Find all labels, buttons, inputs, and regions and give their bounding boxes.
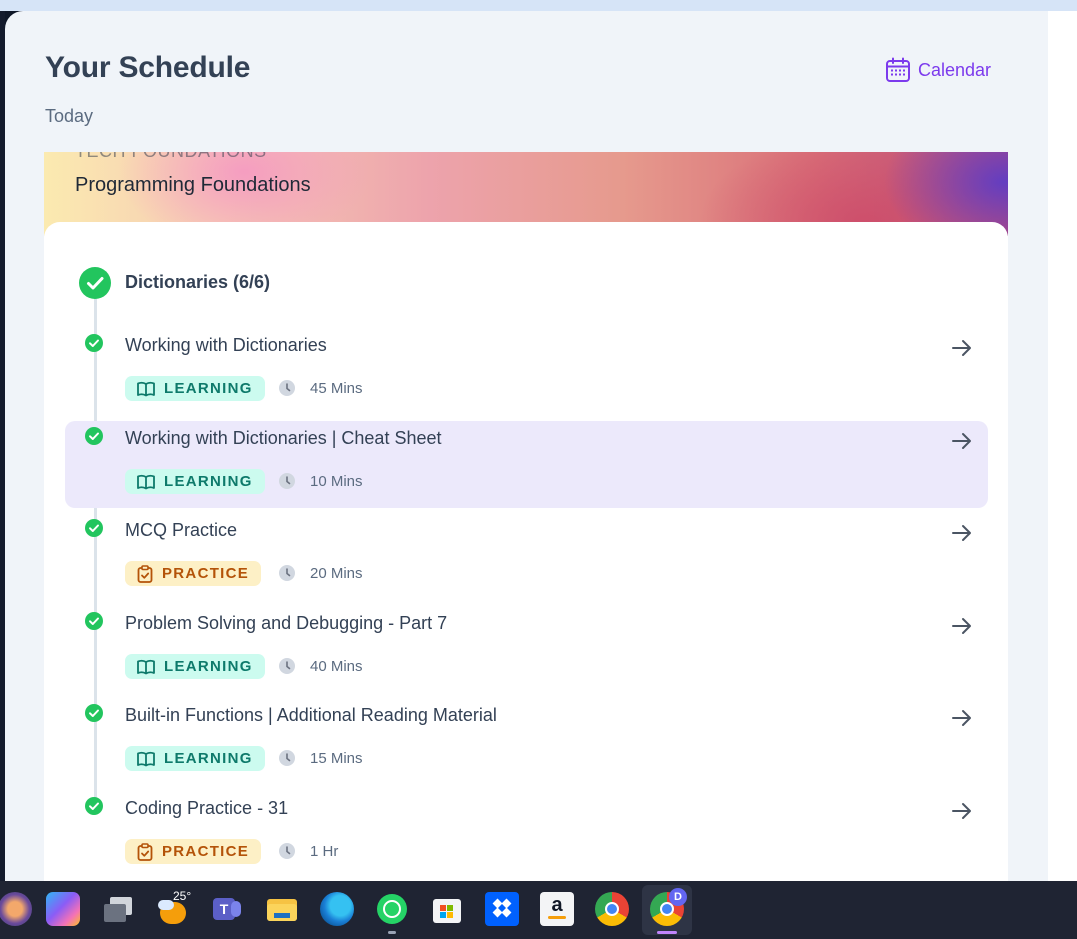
module-card: Dictionaries (6/6) Working with Dictiona… bbox=[44, 222, 1008, 881]
module-complete-check-icon bbox=[79, 267, 111, 299]
clock-icon bbox=[279, 380, 295, 396]
app-icon[interactable] bbox=[0, 892, 32, 926]
clock-icon bbox=[279, 565, 295, 581]
arrow-right-icon[interactable] bbox=[950, 614, 974, 638]
browser-top-strip bbox=[0, 0, 1077, 11]
clipboard-check-icon bbox=[137, 842, 153, 861]
calendar-button[interactable]: Calendar bbox=[885, 56, 991, 84]
item-complete-check-icon bbox=[85, 427, 103, 445]
book-icon bbox=[137, 751, 155, 766]
schedule-item[interactable]: Built-in Functions | Additional Reading … bbox=[65, 698, 988, 785]
item-complete-check-icon bbox=[85, 334, 103, 352]
weather-temperature: 25° bbox=[173, 889, 192, 903]
copilot-icon[interactable] bbox=[46, 892, 80, 926]
file-explorer-icon[interactable] bbox=[265, 892, 299, 926]
schedule-panel: Your Schedule Today Calendar TECH FOUNDA… bbox=[5, 11, 1048, 881]
item-duration: 1 Hr bbox=[310, 843, 339, 860]
item-title: Coding Practice - 31 bbox=[125, 798, 289, 818]
learning-badge: LEARNING bbox=[125, 746, 265, 771]
task-view-icon[interactable] bbox=[101, 892, 135, 926]
practice-badge: PRACTICE bbox=[125, 561, 262, 586]
item-complete-check-icon bbox=[85, 704, 103, 722]
item-title: Problem Solving and Debugging - Part 7 bbox=[125, 613, 448, 633]
item-type: PRACTICE bbox=[162, 843, 250, 860]
module-title: Dictionaries (6/6) bbox=[125, 272, 271, 292]
page-title: Your Schedule bbox=[45, 51, 251, 84]
date-subtitle: Today bbox=[45, 106, 94, 126]
whatsapp-running-indicator bbox=[388, 931, 396, 934]
calendar-label: Calendar bbox=[918, 59, 992, 80]
clock-icon bbox=[279, 473, 295, 489]
item-title: Working with Dictionaries | Cheat Sheet bbox=[125, 428, 442, 448]
schedule-item[interactable]: Working with Dictionaries LEARNING 45 Mi… bbox=[65, 328, 988, 415]
clock-icon bbox=[279, 843, 295, 859]
item-title: Working with Dictionaries bbox=[125, 335, 327, 355]
item-duration: 20 Mins bbox=[310, 565, 363, 582]
calendar-icon bbox=[885, 57, 911, 83]
course-title: Programming Foundations bbox=[75, 174, 311, 196]
store-icon[interactable] bbox=[430, 892, 464, 926]
item-duration: 45 Mins bbox=[310, 380, 363, 397]
book-icon bbox=[137, 659, 155, 674]
right-pane bbox=[1048, 11, 1077, 881]
practice-badge: PRACTICE bbox=[125, 839, 262, 864]
arrow-right-icon[interactable] bbox=[950, 429, 974, 453]
item-type: LEARNING bbox=[164, 750, 253, 767]
edge-icon[interactable] bbox=[320, 892, 354, 926]
clock-icon bbox=[279, 658, 295, 674]
clipboard-check-icon bbox=[137, 564, 153, 583]
item-title: Built-in Functions | Additional Reading … bbox=[125, 705, 497, 725]
arrow-right-icon[interactable] bbox=[950, 799, 974, 823]
profile-badge: D bbox=[669, 888, 687, 906]
banner-pre-title: TECH FOUNDATIONS bbox=[75, 152, 267, 162]
book-icon bbox=[137, 474, 155, 489]
item-complete-check-icon bbox=[85, 519, 103, 537]
schedule-item[interactable]: MCQ Practice PRACTICE 20 Mins bbox=[65, 513, 988, 600]
item-complete-check-icon bbox=[85, 612, 103, 630]
item-type: LEARNING bbox=[164, 380, 253, 397]
schedule-item-active[interactable]: Working with Dictionaries | Cheat Sheet … bbox=[65, 421, 988, 508]
learning-badge: LEARNING bbox=[125, 376, 265, 401]
chrome-active-indicator bbox=[657, 931, 677, 934]
arrow-right-icon[interactable] bbox=[950, 336, 974, 360]
taskbar: 25° T a D bbox=[0, 881, 1077, 939]
item-duration: 40 Mins bbox=[310, 658, 363, 675]
item-duration: 15 Mins bbox=[310, 750, 363, 767]
whatsapp-icon[interactable] bbox=[375, 892, 409, 926]
arrow-right-icon[interactable] bbox=[950, 521, 974, 545]
amazon-icon[interactable]: a bbox=[540, 892, 574, 926]
schedule-item[interactable]: Coding Practice - 31 PRACTICE 1 Hr bbox=[65, 791, 988, 878]
schedule-item[interactable]: Problem Solving and Debugging - Part 7 L… bbox=[65, 606, 988, 693]
item-type: PRACTICE bbox=[162, 565, 250, 582]
item-type: LEARNING bbox=[164, 658, 253, 675]
item-type: LEARNING bbox=[164, 473, 253, 490]
book-icon bbox=[137, 381, 155, 396]
item-duration: 10 Mins bbox=[310, 473, 363, 490]
teams-icon[interactable]: T bbox=[210, 892, 244, 926]
dropbox-icon[interactable] bbox=[485, 892, 519, 926]
item-complete-check-icon bbox=[85, 797, 103, 815]
learning-badge: LEARNING bbox=[125, 469, 265, 494]
chrome-icon[interactable] bbox=[595, 892, 629, 926]
item-title: MCQ Practice bbox=[125, 520, 238, 540]
arrow-right-icon[interactable] bbox=[950, 706, 974, 730]
clock-icon bbox=[279, 750, 295, 766]
learning-badge: LEARNING bbox=[125, 654, 265, 679]
